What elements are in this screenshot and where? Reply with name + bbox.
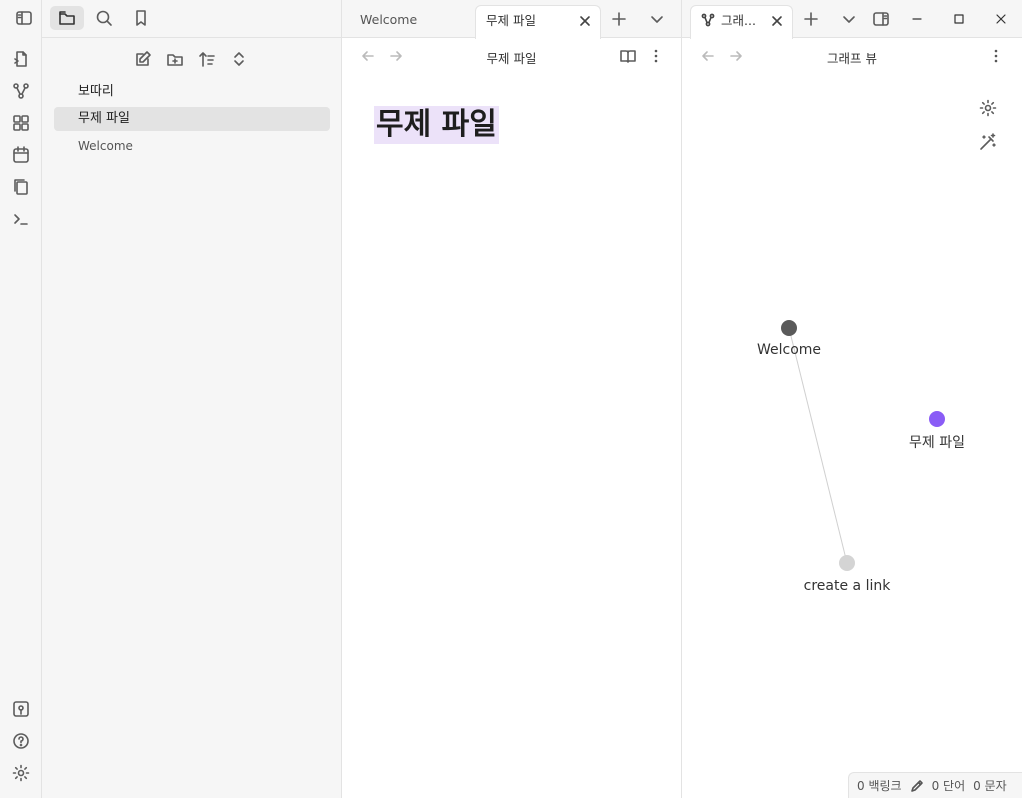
file-tree: 보따리 무제 파일 Welcome xyxy=(54,80,330,161)
command-palette-icon[interactable] xyxy=(10,208,32,230)
new-tab-plus-icon[interactable] xyxy=(801,9,821,29)
graph-tab-icon xyxy=(701,13,715,27)
file-explorer-sidebar: 보따리 무제 파일 Welcome xyxy=(16,0,342,798)
view-header: 그래프 뷰 xyxy=(682,38,1022,74)
maximize-window-icon[interactable] xyxy=(949,9,969,29)
tab-welcome[interactable]: Welcome xyxy=(350,5,476,39)
reading-view-book-icon[interactable] xyxy=(619,47,637,65)
view-title: 그래프 뷰 xyxy=(827,51,877,66)
graph-node-untitled[interactable] xyxy=(929,411,945,427)
tab-label: 무제 파일 xyxy=(486,13,536,28)
canvas-icon[interactable] xyxy=(10,112,32,134)
new-tab-plus-icon[interactable] xyxy=(609,9,629,29)
left-ribbon xyxy=(0,0,42,798)
files-tab-folder-icon[interactable] xyxy=(50,6,84,30)
graph-canvas[interactable]: Welcome 무제 파일 create a link xyxy=(682,74,1022,774)
toggle-right-sidebar-icon[interactable] xyxy=(871,9,891,29)
more-options-icon[interactable] xyxy=(987,47,1005,65)
note-heading[interactable]: 무제 파일 xyxy=(374,106,499,144)
settings-gear-icon[interactable] xyxy=(10,762,32,784)
calendar-icon[interactable] xyxy=(10,144,32,166)
graph-node-label: Welcome xyxy=(756,342,822,358)
templates-icon[interactable] xyxy=(10,176,32,198)
file-item[interactable]: Welcome xyxy=(54,134,330,158)
status-bar: 0 백링크 0 단어 0 문자 xyxy=(848,772,1022,798)
editor-pane: Welcome 무제 파일 무제 파일 무제 파일 xyxy=(342,0,682,798)
bookmarks-icon[interactable] xyxy=(124,6,158,30)
vault-switch-icon[interactable] xyxy=(10,698,32,720)
file-nav-actions xyxy=(132,48,250,70)
view-header: 무제 파일 xyxy=(342,38,681,74)
open-quick-switcher-icon[interactable] xyxy=(10,48,32,70)
graph-pane: 그래... 그래프 뷰 Welcome 무제 파일 create a link xyxy=(682,0,1022,798)
sidebar-header xyxy=(16,0,342,38)
tab-graph-view[interactable]: 그래... xyxy=(690,5,793,39)
graph-node-label: 무제 파일 xyxy=(909,435,965,451)
more-options-icon[interactable] xyxy=(647,47,665,65)
search-icon[interactable] xyxy=(87,6,121,30)
char-count: 0 문자 xyxy=(973,779,1007,793)
new-note-icon[interactable] xyxy=(132,48,154,70)
new-folder-icon[interactable] xyxy=(164,48,186,70)
backlinks-count[interactable]: 0 백링크 xyxy=(857,777,902,794)
graph-node-create-link[interactable] xyxy=(839,555,855,571)
graph-node-welcome[interactable] xyxy=(781,320,797,336)
close-tab-icon[interactable] xyxy=(578,14,592,28)
graph-svg xyxy=(781,320,945,571)
folder-item[interactable]: 보따리 xyxy=(54,80,330,104)
word-count: 0 단어 xyxy=(931,779,966,793)
close-tab-icon[interactable] xyxy=(770,14,784,28)
tab-list-chevron-down-icon[interactable] xyxy=(647,9,667,29)
tab-label: 그래... xyxy=(721,13,756,28)
file-item-active[interactable]: 무제 파일 xyxy=(54,107,330,131)
close-window-icon[interactable] xyxy=(991,9,1011,29)
edit-pencil-icon[interactable] xyxy=(910,779,924,793)
graph-view-icon[interactable] xyxy=(10,80,32,102)
graph-node-label: create a link xyxy=(803,578,891,594)
sort-icon[interactable] xyxy=(196,48,218,70)
tab-untitled[interactable]: 무제 파일 xyxy=(475,5,601,39)
help-icon[interactable] xyxy=(10,730,32,752)
graph-tabbar: 그래... xyxy=(682,0,1022,39)
tab-label: Welcome xyxy=(360,12,418,27)
minimize-window-icon[interactable] xyxy=(907,9,927,29)
tab-list-chevron-down-icon[interactable] xyxy=(839,9,859,29)
toggle-sidebar-icon[interactable] xyxy=(7,6,41,30)
editor-tabbar: Welcome 무제 파일 xyxy=(342,0,681,39)
collapse-expand-icon[interactable] xyxy=(228,48,250,70)
graph-edge xyxy=(788,327,848,564)
